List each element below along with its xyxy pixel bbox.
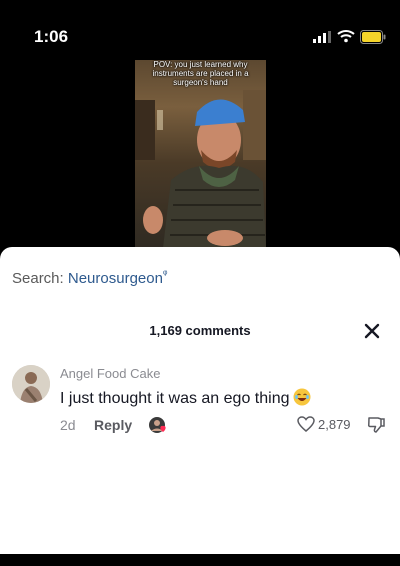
like-count: 2,879 bbox=[318, 416, 351, 432]
avatar-image bbox=[12, 365, 50, 403]
search-icon: ᵠ bbox=[162, 269, 168, 280]
search-suggestion[interactable]: Search: Neurosurgeonᵠ bbox=[12, 269, 167, 287]
battery-icon bbox=[360, 30, 386, 44]
status-bar: 1:06 bbox=[0, 0, 400, 56]
search-term-link[interactable]: Neurosurgeon bbox=[68, 270, 163, 287]
video-person-illustration bbox=[135, 90, 266, 248]
wifi-icon bbox=[337, 30, 355, 43]
creator-liked-icon bbox=[149, 417, 166, 433]
comments-sheet: Search: Neurosurgeonᵠ 1,169 comments Ang… bbox=[0, 247, 400, 554]
heart-outline-icon bbox=[297, 416, 315, 432]
avatar[interactable] bbox=[12, 365, 50, 403]
comment-body: I just thought it was an ego thing bbox=[60, 390, 290, 407]
status-time: 1:06 bbox=[34, 27, 69, 46]
video-caption: POV: you just learned why instruments ar… bbox=[152, 60, 249, 87]
cellular-signal-icon bbox=[313, 31, 331, 43]
close-icon[interactable] bbox=[362, 321, 382, 341]
reply-button[interactable]: Reply bbox=[94, 417, 132, 433]
bottom-bar bbox=[0, 554, 400, 566]
laughing-emoji-icon bbox=[293, 388, 311, 406]
search-label: Search: bbox=[12, 270, 68, 287]
comment-text: I just thought it was an ego thing bbox=[60, 388, 311, 408]
comment-username[interactable]: Angel Food Cake bbox=[60, 366, 160, 381]
comments-count: 1,169 comments bbox=[149, 323, 251, 338]
comment-age: 2d bbox=[60, 417, 76, 433]
dislike-icon[interactable] bbox=[367, 416, 385, 434]
video-thumbnail[interactable]: POV: you just learned why instruments ar… bbox=[135, 60, 266, 248]
like-button[interactable]: 2,879 bbox=[297, 416, 351, 432]
